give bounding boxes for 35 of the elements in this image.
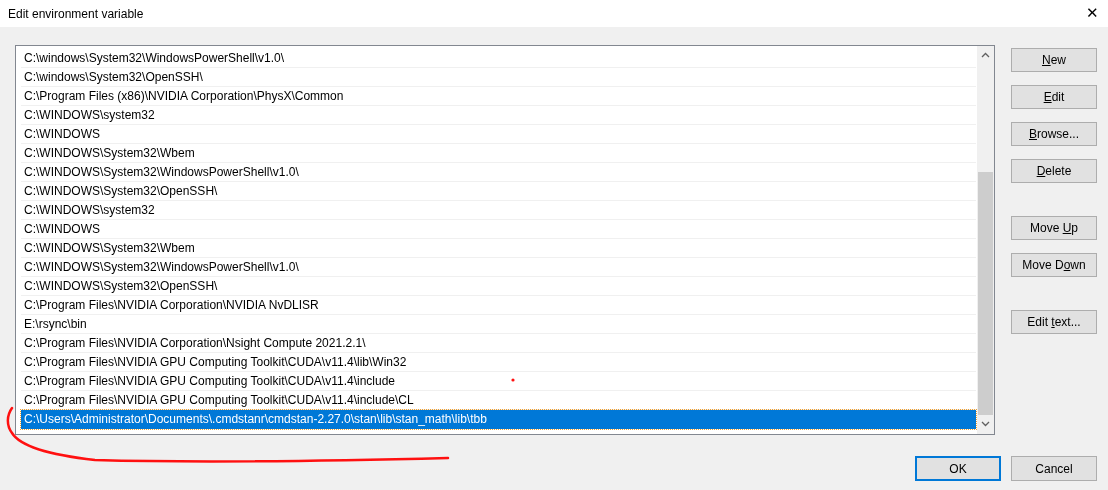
side-button[interactable]: Move Down	[1011, 253, 1097, 277]
close-button[interactable]: ✕	[1080, 1, 1104, 26]
scrollbar[interactable]	[977, 46, 994, 434]
path-list-item[interactable]: C:\Program Files\NVIDIA GPU Computing Toolkit\CUDA\v11.4\include	[21, 372, 976, 391]
side-button[interactable]: Edit text...	[1011, 310, 1097, 334]
side-button[interactable]: New	[1011, 48, 1097, 72]
path-list-item[interactable]: C:\WINDOWS\System32\OpenSSH\	[21, 277, 976, 296]
path-list-item[interactable]: C:\WINDOWS	[21, 220, 976, 239]
path-list-item[interactable]: C:\Program Files\NVIDIA Corporation\Nsight Compute 2021.2.1\	[21, 334, 976, 353]
path-list-item[interactable]: C:\WINDOWS\System32\Wbem	[21, 144, 976, 163]
path-list-item[interactable]: C:\Program Files\NVIDIA GPU Computing Toolkit\CUDA\v11.4\lib\Win32	[21, 353, 976, 372]
path-list-item[interactable]: C:\Program Files (x86)\NVIDIA Corporation\PhysX\Common	[21, 87, 976, 106]
scroll-up-icon[interactable]	[981, 52, 990, 58]
path-list-item[interactable]: C:\WINDOWS\System32\OpenSSH\	[21, 182, 976, 201]
path-list-item[interactable]: C:\WINDOWS\System32\WindowsPowerShell\v1.0\	[21, 163, 976, 182]
side-button[interactable]: Delete	[1011, 159, 1097, 183]
side-button[interactable]: Browse...	[1011, 122, 1097, 146]
path-list-item[interactable]: C:\WINDOWS\System32\WindowsPowerShell\v1.0\	[21, 258, 976, 277]
scrollbar-thumb[interactable]	[978, 172, 993, 415]
path-list-item[interactable]: C:\WINDOWS	[21, 125, 976, 144]
side-button[interactable]: Edit	[1011, 85, 1097, 109]
path-list-item[interactable]: C:\windows\System32\WindowsPowerShell\v1.0\	[21, 49, 976, 68]
side-button[interactable]: Move Up	[1011, 216, 1097, 240]
path-list-item[interactable]: C:\WINDOWS\system32	[21, 106, 976, 125]
dialog-button[interactable]: OK	[915, 456, 1001, 481]
path-list-item[interactable]: C:\Program Files\NVIDIA Corporation\NVIDIA NvDLISR	[21, 296, 976, 315]
path-list-item[interactable]: C:\Users\Administrator\Documents\.cmdstanr\cmdstan-2.27.0\stan\lib\stan_math\lib\tbb	[21, 410, 976, 429]
scroll-down-icon[interactable]	[981, 421, 990, 427]
path-list-item[interactable]: C:\windows\System32\OpenSSH\	[21, 68, 976, 87]
dialog-button[interactable]: Cancel	[1011, 456, 1097, 481]
path-list-item[interactable]: E:\rsync\bin	[21, 315, 976, 334]
annotation-dot	[511, 378, 515, 382]
path-list-item[interactable]: C:\WINDOWS\system32	[21, 201, 976, 220]
path-list-item[interactable]: C:\WINDOWS\System32\Wbem	[21, 239, 976, 258]
window-title: Edit environment variable	[8, 5, 144, 23]
